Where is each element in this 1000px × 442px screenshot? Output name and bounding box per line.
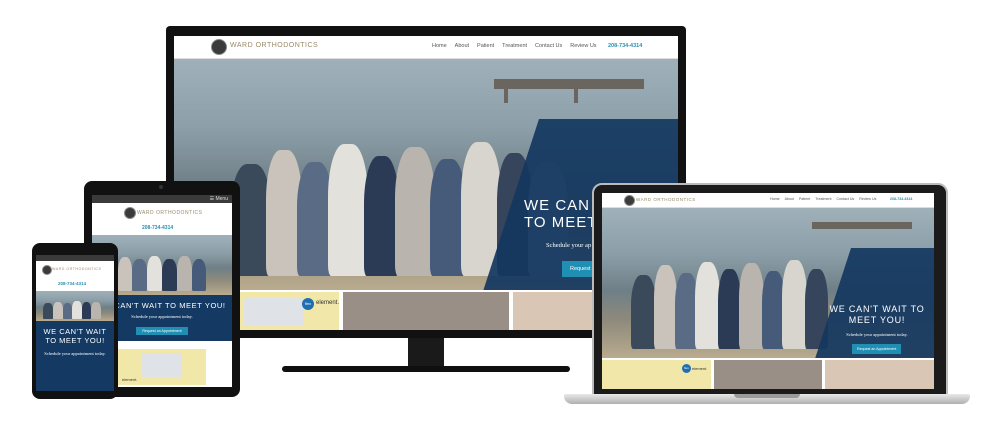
brand-name[interactable]: WARD ORTHODONTICS — [230, 42, 318, 49]
hero-heading: WE CAN'T WAIT TO MEET YOU! — [829, 304, 925, 325]
header-phone[interactable]: 208-734-4314 — [890, 197, 912, 201]
brand-name[interactable]: WARD ORTHODONTICS — [137, 210, 202, 216]
element-logo: element. — [316, 300, 340, 306]
feature-strip: flex element. — [602, 360, 934, 389]
brand-name[interactable]: WARD ORTHODONTICS — [636, 197, 696, 202]
menu-button[interactable]: ☰ Menu — [210, 196, 228, 202]
laptop-header: WARD ORTHODONTICS Home About Patient Tre… — [602, 193, 934, 208]
site-header: WARD ORTHODONTICS Home About Patient Tre… — [174, 36, 678, 59]
logo-icon[interactable] — [124, 207, 136, 219]
nav-about[interactable]: About — [785, 197, 794, 201]
element-logo: element. — [692, 366, 708, 371]
nav-contact[interactable]: Contact Us — [535, 43, 562, 49]
nav-treatment[interactable]: Treatment — [502, 43, 527, 49]
brand-name[interactable]: WARD ORTHODONTICS — [52, 267, 101, 271]
flex-badge: flex — [682, 364, 691, 373]
laptop-nav: Home About Patient Treatment Contact Us … — [770, 197, 876, 201]
tablet-topbar: ☰ Menu — [92, 195, 232, 203]
hero-subtitle: Schedule your appointment today. — [846, 332, 908, 337]
nav-review[interactable]: Review Us — [859, 197, 876, 201]
logo-icon[interactable] — [42, 265, 52, 275]
hero-subtitle: Schedule your appointment today. — [44, 351, 106, 356]
nav-treatment[interactable]: Treatment — [815, 197, 831, 201]
hero-cta-button[interactable]: Request an Appointment — [852, 344, 902, 354]
phone-device: WARD ORTHODONTICS 208-734-4314 WE CAN'T … — [32, 243, 118, 399]
feature-tile-kids[interactable] — [343, 292, 509, 330]
feature-tile-kids[interactable] — [713, 360, 823, 389]
element-logo: element. — [122, 377, 138, 382]
hero-panel: WE CAN'T WAIT TO MEET YOU! Schedule your… — [36, 321, 114, 391]
hero-image — [36, 291, 114, 321]
header-phone[interactable]: 208-734-4314 — [58, 281, 86, 286]
laptop-device: WARD ORTHODONTICS Home About Patient Tre… — [564, 183, 970, 415]
hero-cta-button[interactable]: Request an Appointment — [136, 327, 188, 335]
phone-screen: WARD ORTHODONTICS 208-734-4314 WE CAN'T … — [36, 255, 114, 391]
logo-icon[interactable] — [211, 39, 227, 55]
laptop-screen: WARD ORTHODONTICS Home About Patient Tre… — [602, 193, 934, 389]
nav-patient[interactable]: Patient — [477, 43, 494, 49]
feature-tile-aligner[interactable]: element. — [118, 349, 206, 385]
hero-heading: WE CAN'T WAIT TO MEET YOU! — [43, 327, 107, 345]
nav-about[interactable]: About — [455, 43, 469, 49]
phone-topbar — [36, 255, 114, 261]
nav-home[interactable]: Home — [770, 197, 780, 201]
feature-tile-aligner[interactable]: flex element. — [602, 360, 711, 389]
header-phone[interactable]: 208-734-4314 — [608, 43, 642, 49]
nav-contact[interactable]: Contact Us — [836, 197, 854, 201]
flex-badge: flex — [302, 298, 314, 310]
main-nav: Home About Patient Treatment Contact Us … — [432, 43, 597, 49]
header-phone[interactable]: 208-734-4314 — [142, 225, 173, 231]
feature-tile-smiles[interactable] — [825, 360, 934, 389]
nav-home[interactable]: Home — [432, 43, 447, 49]
nav-review[interactable]: Review Us — [570, 43, 596, 49]
logo-icon[interactable] — [624, 195, 635, 206]
hero-image: WE CAN'T WAIT TO MEET YOU! Schedule your… — [602, 208, 934, 358]
nav-patient[interactable]: Patient — [799, 197, 810, 201]
